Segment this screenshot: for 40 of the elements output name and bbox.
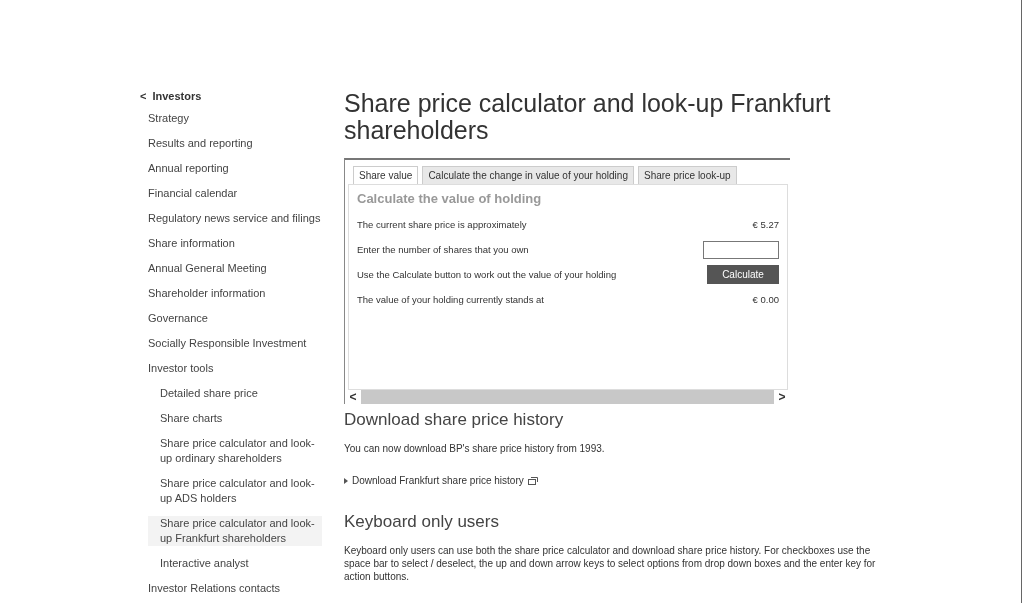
calculate-button[interactable]: Calculate xyxy=(707,265,779,284)
price-value: € 5.27 xyxy=(752,219,779,230)
section-heading: Calculate the value of holding xyxy=(357,191,543,206)
sidebar-item[interactable]: Financial calendar xyxy=(148,186,330,201)
sidebar-item[interactable]: Interactive analyst xyxy=(148,556,322,571)
sidebar-item[interactable]: Results and reporting xyxy=(148,136,330,151)
sidebar-item[interactable]: Annual reporting xyxy=(148,161,330,176)
sidebar-item[interactable]: Share price calculator and look-up ADS holders xyxy=(148,476,322,506)
sidebar-item[interactable]: Governance xyxy=(148,311,330,326)
sidebar-item[interactable]: Investor Relations contacts xyxy=(148,581,330,596)
chevron-left-icon: < xyxy=(140,90,147,102)
sidebar-item[interactable]: Share price calculator and look-up ordinary shareholders xyxy=(148,436,322,466)
price-value: € 0.00 xyxy=(752,294,779,305)
sidebar-item[interactable]: Regulatory news service and filings xyxy=(148,211,330,226)
sidebar-item[interactable]: Share price calculator and look-up Frankfurt shareholders xyxy=(148,516,322,546)
sidebar-item[interactable]: Detailed share price xyxy=(148,386,322,401)
back-link[interactable]: < Investors xyxy=(140,90,330,102)
keyboard-description: Keyboard only users can use both the share price calculator and download share price history. For checkboxes use the space bar to select / deselect, the up and down arrow keys to select options from drop down boxes and the enter key for action buttons. xyxy=(344,544,877,583)
row-label: The value of your holding currently stands at xyxy=(357,294,544,305)
sidebar-item[interactable]: Share information xyxy=(148,236,330,251)
scroll-right-button[interactable]: > xyxy=(774,390,790,404)
row-label: Use the Calculate button to work out the value of your holding xyxy=(357,269,617,280)
download-description: You can now download BP's share price history from 1993. xyxy=(344,442,606,455)
row-label: Enter the number of shares that you own xyxy=(357,244,529,255)
horizontal-scrollbar[interactable]: < > xyxy=(345,390,790,404)
page-title: Share price calculator and look-up Frankfurt shareholders xyxy=(344,90,832,144)
section-heading: Download share price history xyxy=(344,410,565,430)
new-window-icon xyxy=(527,476,538,485)
shares-input[interactable] xyxy=(703,240,779,259)
sidebar-item[interactable]: Strategy xyxy=(148,111,330,126)
row-label: The current share price is approximately xyxy=(357,219,527,230)
sidebar-item[interactable]: Investor tools xyxy=(148,361,330,376)
sidebar-item[interactable]: Share charts xyxy=(148,411,322,426)
sidebar-item[interactable]: Shareholder information xyxy=(148,286,330,301)
download-link[interactable]: Download Frankfurt share price history xyxy=(344,475,538,486)
sidebar-item[interactable]: Socially Responsible Investment xyxy=(148,336,330,351)
triangle-icon xyxy=(344,477,348,484)
section-heading: Keyboard only users xyxy=(344,512,500,532)
scroll-left-button[interactable]: < xyxy=(345,390,361,404)
sidebar-item[interactable]: Annual General Meeting xyxy=(148,261,330,276)
